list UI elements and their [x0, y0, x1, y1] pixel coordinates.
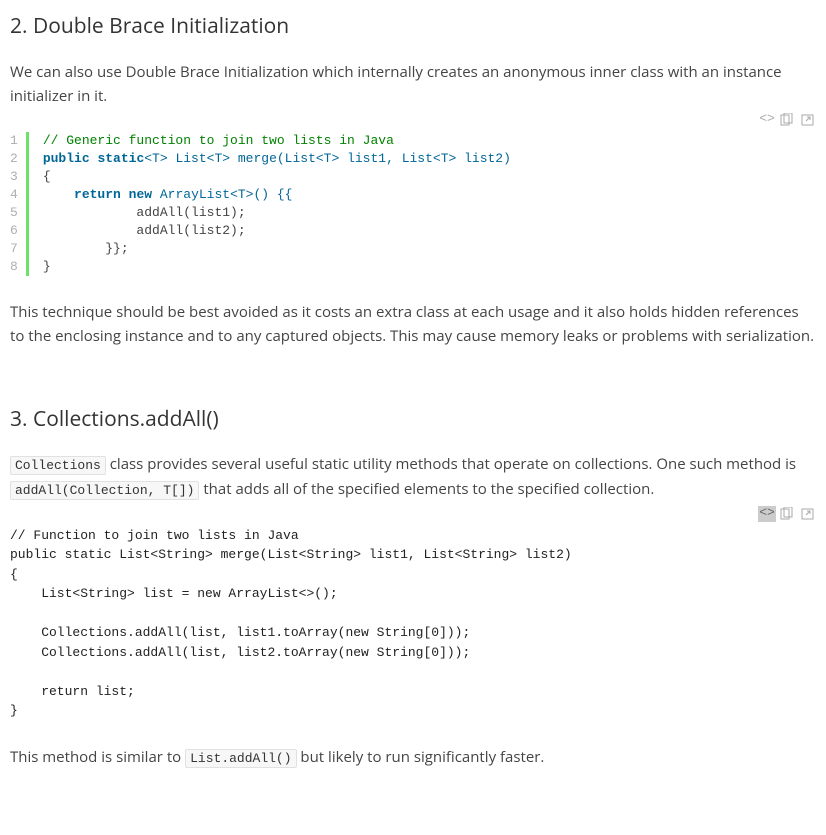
view-source-icon[interactable]: <> — [758, 506, 776, 522]
code-token: public — [43, 151, 90, 166]
code-token: return — [74, 187, 121, 202]
view-source-icon[interactable]: <> — [758, 112, 776, 128]
section-collections-addall: 3. Collections.addAll() Collections clas… — [10, 403, 816, 770]
line-number: 7 — [10, 240, 18, 258]
line-number: 5 — [10, 204, 18, 222]
code-toolbar: <> — [758, 506, 816, 522]
code-token: static — [97, 151, 144, 166]
section-outro: This technique should be best avoided as… — [10, 300, 816, 348]
section-heading: 2. Double Brace Initialization — [10, 10, 816, 44]
inline-code: Collections — [10, 456, 106, 475]
line-number: 2 — [10, 150, 18, 168]
code-token: <T> List<T> merge(List<T> list1, List<T>… — [144, 151, 511, 166]
code-line: }}; — [43, 240, 511, 258]
code-content[interactable]: // Function to join two lists in Java pu… — [10, 526, 816, 721]
section-outro: This method is similar to List.addAll() … — [10, 745, 816, 770]
line-number: 6 — [10, 222, 18, 240]
line-number-gutter: 1 2 3 4 5 6 7 8 — [10, 132, 29, 276]
copy-icon[interactable] — [778, 506, 796, 522]
line-number: 1 — [10, 132, 18, 150]
inline-code: addAll(Collection, T[]) — [10, 481, 199, 500]
line-number: 8 — [10, 258, 18, 276]
copy-icon[interactable] — [778, 112, 796, 128]
code-line: addAll(list1); — [43, 204, 511, 222]
line-number: 4 — [10, 186, 18, 204]
code-line: { — [43, 168, 511, 186]
code-content[interactable]: // Generic function to join two lists in… — [39, 132, 511, 276]
section-intro: Collections class provides several usefu… — [10, 452, 816, 502]
code-line: } — [43, 258, 511, 276]
code-token: new — [129, 187, 152, 202]
open-new-window-icon[interactable] — [798, 506, 816, 522]
open-new-window-icon[interactable] — [798, 112, 816, 128]
code-block-1: <> 1 2 3 4 5 6 7 8 // Generic function t… — [10, 132, 816, 276]
section-double-brace: 2. Double Brace Initialization We can al… — [10, 10, 816, 348]
line-number: 3 — [10, 168, 18, 186]
section-heading: 3. Collections.addAll() — [10, 403, 816, 437]
code-line: addAll(list2); — [43, 222, 511, 240]
code-block-2: <> // Function to join two lists in Java… — [10, 526, 816, 721]
code-toolbar: <> — [758, 112, 816, 128]
code-token: ArrayList<T>() {{ — [152, 187, 292, 202]
inline-code: List.addAll() — [185, 749, 296, 768]
code-line: // Generic function to join two lists in… — [43, 133, 394, 148]
section-intro: We can also use Double Brace Initializat… — [10, 60, 816, 108]
